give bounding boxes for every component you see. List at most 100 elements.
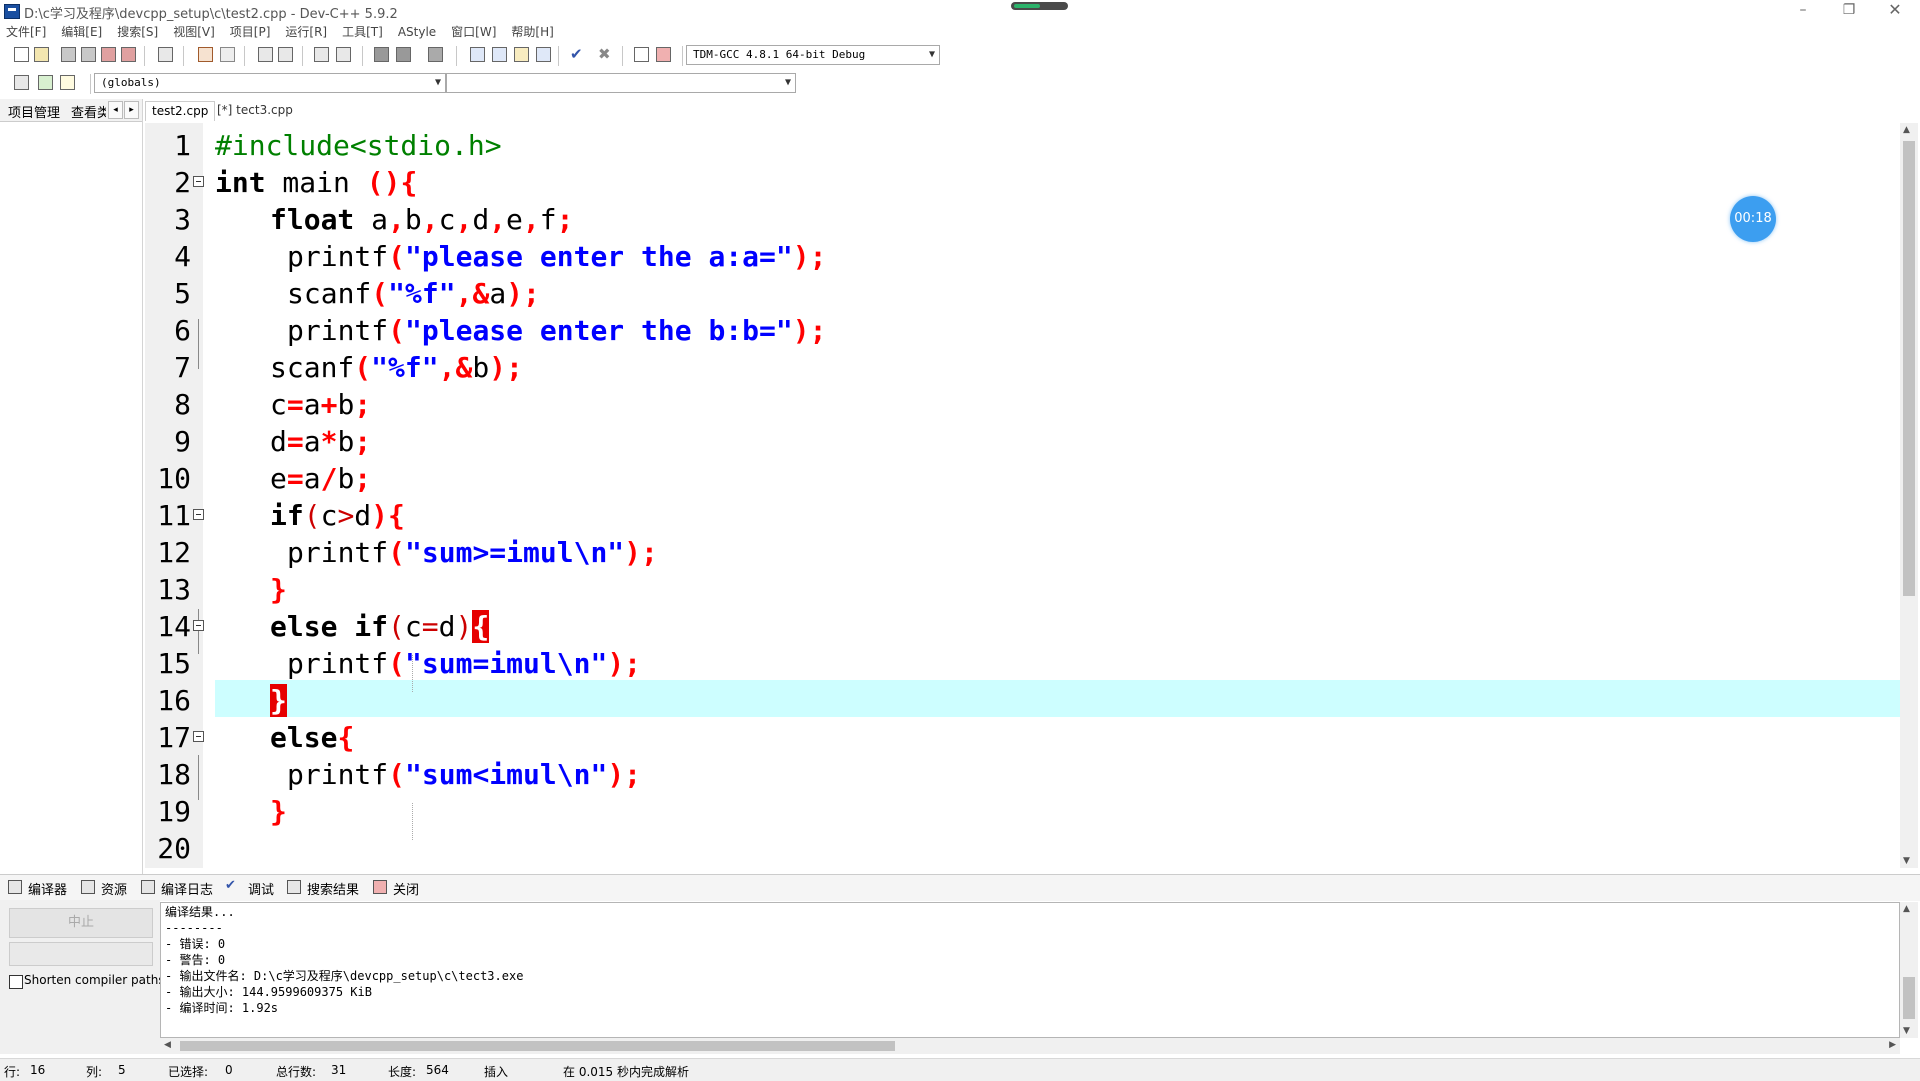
line-number: 19 xyxy=(157,795,191,828)
goto-line-icon[interactable] xyxy=(428,47,443,62)
tab-compile-log[interactable]: 编译日志 xyxy=(161,879,213,898)
status-total-label: 总行数: xyxy=(276,1065,317,1079)
tab-search-results[interactable]: 搜索结果 xyxy=(307,879,359,898)
recording-pill[interactable] xyxy=(1011,2,1068,10)
menu-tools[interactable]: 工具[T] xyxy=(342,22,383,42)
compile-icon[interactable] xyxy=(470,47,485,62)
toggle-bookmark-icon[interactable] xyxy=(374,47,389,62)
undo-icon[interactable] xyxy=(198,47,213,62)
fold-toggle-icon[interactable] xyxy=(193,509,204,520)
tab-test2-cpp[interactable]: test2.cpp xyxy=(145,101,216,121)
tab-resources[interactable]: 资源 xyxy=(101,879,127,898)
menu-project[interactable]: 项目[P] xyxy=(230,22,271,42)
toolbar-separator xyxy=(244,46,245,66)
close-button[interactable]: ✕ xyxy=(1872,0,1918,22)
line-number: 5 xyxy=(174,277,191,310)
tab-tect3-cpp[interactable]: [*] tect3.cpp xyxy=(211,101,299,120)
status-col-label: 列: xyxy=(86,1065,103,1079)
menu-astyle[interactable]: AStyle xyxy=(398,22,436,42)
compile-log[interactable]: 编译结果... -------- - 错误: 0 - 警告: 0 - 输出文件名… xyxy=(160,902,1900,1038)
fold-toggle-icon[interactable] xyxy=(193,620,204,631)
menu-search[interactable]: 搜索[S] xyxy=(117,22,158,42)
tab-debug[interactable]: 调试 xyxy=(248,879,274,898)
code-line: 20 xyxy=(145,830,1900,867)
toolbar-separator xyxy=(682,46,683,66)
shorten-paths-checkbox[interactable] xyxy=(9,975,23,989)
new-file-icon[interactable] xyxy=(14,47,29,62)
menu-run[interactable]: 运行[R] xyxy=(285,22,327,42)
menu-edit[interactable]: 编辑[E] xyxy=(61,22,102,42)
save-icon[interactable] xyxy=(61,47,76,62)
log-scroll-thumb[interactable] xyxy=(1903,977,1915,1019)
abort-button[interactable]: 中止 xyxy=(9,908,153,938)
scope-select[interactable]: (globals) ▼ xyxy=(94,73,446,93)
fold-toggle-icon[interactable] xyxy=(193,731,204,742)
unindent-icon[interactable] xyxy=(336,47,351,62)
rebuild-all-icon[interactable] xyxy=(536,47,551,62)
code-editor[interactable]: 1 #include<stdio.h> 2 int main (){ 3 flo… xyxy=(145,123,1900,868)
profile-icon[interactable] xyxy=(634,47,649,62)
symbol-select[interactable]: ▼ xyxy=(446,73,796,93)
line-code: scanf("%f",&b); xyxy=(270,351,523,384)
scroll-up-icon[interactable]: ▲ xyxy=(1903,125,1910,135)
log-vertical-scrollbar[interactable]: ▲ ▼ xyxy=(1900,902,1918,1038)
delete-profile-icon[interactable] xyxy=(656,47,671,62)
tab-scroll-right-icon[interactable]: ▸ xyxy=(124,101,139,119)
menu-file[interactable]: 文件[F] xyxy=(6,22,46,42)
log-horizontal-scrollbar[interactable]: ◀ ▶ xyxy=(160,1038,1900,1054)
compile-run-icon[interactable] xyxy=(514,47,529,62)
insert-icon[interactable] xyxy=(14,75,29,90)
toggle-comment-icon[interactable] xyxy=(60,75,75,90)
line-code: printf("please enter the b:b="); xyxy=(287,314,827,347)
save-all-icon[interactable] xyxy=(81,47,96,62)
tab-class-browser[interactable]: 查看类 xyxy=(71,102,106,121)
close-file-icon[interactable] xyxy=(101,47,116,62)
check-syntax-icon[interactable]: ✔ xyxy=(570,47,585,62)
log-hscroll-thumb[interactable] xyxy=(180,1041,895,1051)
menu-view[interactable]: 视图[V] xyxy=(173,22,215,42)
main-toolbar: ✔ ✖ TDM-GCC 4.8.1 64-bit Debug ▼ xyxy=(6,43,940,69)
tab-compiler[interactable]: 编译器 xyxy=(28,879,67,898)
fold-toggle-icon[interactable] xyxy=(193,176,204,187)
run-icon[interactable] xyxy=(492,47,507,62)
scroll-right-icon[interactable]: ▶ xyxy=(1889,1040,1896,1050)
open-file-icon[interactable] xyxy=(34,47,49,62)
goto-bookmark-icon[interactable] xyxy=(396,47,411,62)
chevron-down-icon: ▼ xyxy=(784,77,791,88)
line-code: scanf("%f",&a); xyxy=(287,277,540,310)
scroll-down-icon[interactable]: ▼ xyxy=(1903,856,1910,866)
indent-icon[interactable] xyxy=(314,47,329,62)
scroll-up-icon[interactable]: ▲ xyxy=(1903,904,1910,914)
toolbar-separator xyxy=(456,46,457,66)
line-number: 9 xyxy=(174,425,191,458)
status-bar: 行: 16 列: 5 已选择: 0 总行数: 31 长度: 564 插入 在 0… xyxy=(0,1058,1920,1081)
menu-window[interactable]: 窗口[W] xyxy=(451,22,496,42)
editor-vertical-scrollbar[interactable]: ▲ ▼ xyxy=(1900,123,1918,868)
menu-help[interactable]: 帮助[H] xyxy=(511,22,553,42)
tab-scroll-left-icon[interactable]: ◂ xyxy=(108,101,123,119)
bottom-panel-tabs: 编译器 资源 编译日志 ✔ 调试 搜索结果 关闭 xyxy=(0,874,1920,901)
tab-close[interactable]: 关闭 xyxy=(393,879,419,898)
close-all-icon[interactable] xyxy=(121,47,136,62)
editor-tab-bar: test2.cpp [*] tect3.cpp xyxy=(145,99,1920,121)
line-number: 17 xyxy=(157,721,191,754)
redo-icon[interactable] xyxy=(220,47,235,62)
goto-definition-icon[interactable] xyxy=(38,75,53,90)
tab-project-manager[interactable]: 项目管理 xyxy=(8,102,60,121)
stop-execution-icon[interactable]: ✖ xyxy=(598,47,613,62)
status-length: 564 xyxy=(426,1063,449,1077)
print-icon[interactable] xyxy=(158,47,173,62)
minimize-button[interactable]: – xyxy=(1780,0,1826,22)
compiler-select[interactable]: TDM-GCC 4.8.1 64-bit Debug ▼ xyxy=(686,45,940,65)
editor-scroll-thumb[interactable] xyxy=(1903,141,1915,596)
find-icon[interactable] xyxy=(258,47,273,62)
recording-timer[interactable]: 00:18 xyxy=(1730,196,1776,242)
replace-icon[interactable] xyxy=(278,47,293,62)
window-title: D:\c学习及程序\devcpp_setup\c\test2.cpp - Dev… xyxy=(24,7,398,22)
code-line: 17 else{ xyxy=(145,719,1900,756)
scroll-down-icon[interactable]: ▼ xyxy=(1903,1026,1910,1036)
restore-button[interactable]: ❐ xyxy=(1826,0,1872,22)
code-line: 18 printf("sum<imul\n"); xyxy=(145,756,1900,793)
line-number: 13 xyxy=(157,573,191,606)
scroll-left-icon[interactable]: ◀ xyxy=(164,1040,171,1050)
